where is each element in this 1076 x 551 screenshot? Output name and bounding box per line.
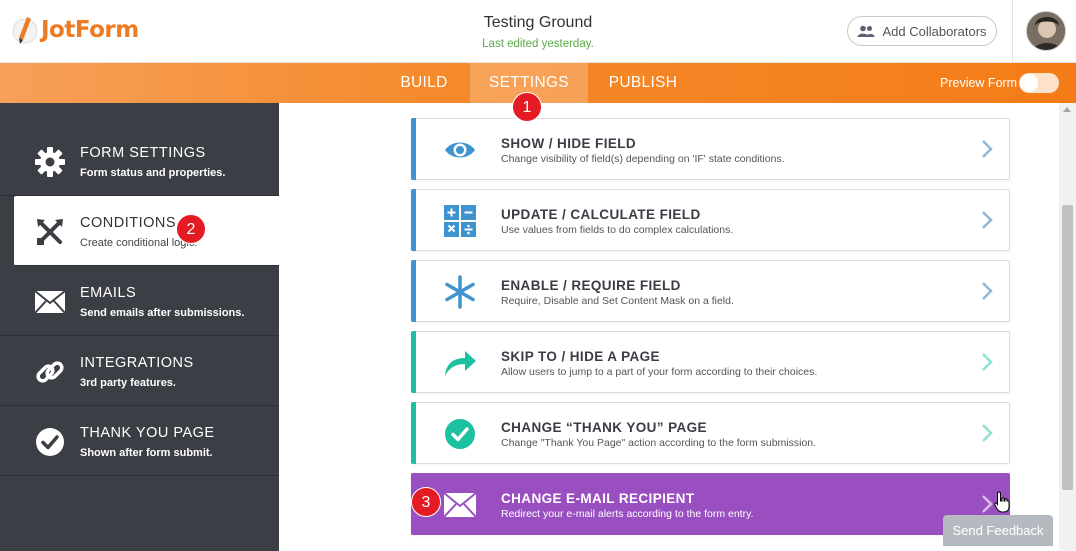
chevron-right-icon (982, 282, 993, 300)
users-icon (857, 25, 875, 37)
preview-form-label: Preview Form (940, 76, 1018, 90)
sidebar-item-title: CONDITIONS (80, 215, 177, 231)
chevron-right-icon (982, 140, 993, 158)
sidebar-item-title: THANK YOU PAGE (80, 425, 215, 441)
card-desc: Require, Disable and Set Content Mask on… (501, 295, 734, 307)
card-accent-bar (411, 118, 416, 180)
add-collaborators-label: Add Collaborators (882, 23, 987, 39)
condition-enable-require-field[interactable]: ENABLE / REQUIRE FIELD Require, Disable … (411, 260, 1010, 322)
asterisk-icon (442, 274, 478, 310)
annotation-badge: 3 (411, 487, 441, 517)
card-title: UPDATE / CALCULATE FIELD (501, 207, 701, 222)
logo-text: JotForm (41, 17, 139, 43)
gear-icon (34, 146, 66, 178)
check-circle-icon (34, 426, 66, 458)
card-title: SKIP TO / HIDE A PAGE (501, 349, 660, 364)
conditions-icon (34, 216, 66, 248)
condition-show-hide-field[interactable]: SHOW / HIDE FIELD Change visibility of f… (411, 118, 1010, 180)
annotation-badge: 2 (176, 214, 206, 244)
sidebar-item-conditions[interactable]: CONDITIONS Create conditional logic. (14, 196, 279, 266)
preview-form-toggle[interactable] (1019, 73, 1059, 93)
chevron-right-icon (982, 211, 993, 229)
condition-skip-hide-page[interactable]: SKIP TO / HIDE A PAGE Allow users to jum… (411, 331, 1010, 393)
card-accent-bar (411, 260, 416, 322)
card-title: SHOW / HIDE FIELD (501, 136, 637, 151)
card-desc: Change visibility of field(s) depending … (501, 153, 785, 165)
eye-icon (442, 132, 478, 168)
sidebar-item-title: INTEGRATIONS (80, 355, 194, 371)
card-accent-bar (411, 189, 416, 251)
card-title: CHANGE “THANK YOU” PAGE (501, 420, 707, 435)
sidebar-item-desc: 3rd party features. (80, 377, 176, 389)
top-header: JotForm Testing Ground Last edited yeste… (0, 0, 1076, 63)
sidebar-item-emails[interactable]: EMAILS Send emails after submissions. (0, 266, 279, 336)
jotform-logo[interactable]: JotForm (10, 14, 139, 46)
hand-cursor-icon (994, 491, 1010, 513)
toggle-knob (1020, 74, 1038, 92)
jotform-logo-icon (12, 17, 38, 44)
avatar-image (1027, 12, 1065, 50)
settings-sidebar: FORM SETTINGS Form status and properties… (0, 103, 279, 551)
chevron-right-icon (982, 424, 993, 442)
add-collaborators-button[interactable]: Add Collaborators (847, 16, 997, 46)
card-title: ENABLE / REQUIRE FIELD (501, 278, 681, 293)
sidebar-item-title: FORM SETTINGS (80, 145, 206, 161)
condition-update-calculate-field[interactable]: UPDATE / CALCULATE FIELD Use values from… (411, 189, 1010, 251)
sidebar-item-desc: Form status and properties. (80, 167, 226, 179)
skip-arrow-icon (442, 345, 478, 381)
sidebar-item-form-settings[interactable]: FORM SETTINGS Form status and properties… (0, 126, 279, 196)
envelope-icon (442, 487, 478, 523)
sidebar-item-desc: Shown after form submit. (80, 447, 213, 459)
link-icon (34, 356, 66, 388)
form-last-edited: Last edited yesterday. (482, 38, 594, 50)
check-circle-icon (442, 416, 478, 452)
tab-publish[interactable]: PUBLISH (588, 63, 698, 103)
sidebar-item-title: EMAILS (80, 285, 137, 301)
card-desc: Change "Thank You Page" action according… (501, 437, 817, 449)
conditions-panel: SHOW / HIDE FIELD Change visibility of f… (279, 103, 1059, 551)
card-desc: Allow users to jump to a part of your fo… (501, 366, 818, 378)
card-accent-bar (411, 402, 416, 464)
condition-change-email-recipient[interactable]: CHANGE E-MAIL RECIPIENT Redirect your e-… (411, 473, 1010, 535)
chevron-right-icon (982, 495, 993, 513)
calculator-icon (442, 203, 478, 239)
condition-change-thank-you-page[interactable]: CHANGE “THANK YOU” PAGE Change "Thank Yo… (411, 402, 1010, 464)
card-desc: Use values from fields to do complex cal… (501, 224, 734, 236)
card-desc: Redirect your e-mail alerts according to… (501, 508, 754, 520)
chevron-right-icon (982, 353, 993, 371)
send-feedback-button[interactable]: Send Feedback (943, 515, 1053, 546)
sidebar-item-thank-you-page[interactable]: THANK YOU PAGE Shown after form submit. (0, 406, 279, 476)
sidebar-item-desc: Send emails after submissions. (80, 307, 245, 319)
tab-build[interactable]: BUILD (378, 63, 470, 103)
sidebar-item-integrations[interactable]: INTEGRATIONS 3rd party features. (0, 336, 279, 406)
envelope-icon (34, 286, 66, 318)
form-title[interactable]: Testing Ground (438, 14, 638, 32)
card-title: CHANGE E-MAIL RECIPIENT (501, 491, 695, 506)
header-divider (1012, 0, 1013, 63)
user-avatar[interactable] (1026, 11, 1066, 51)
scroll-up-arrow[interactable] (1063, 107, 1071, 112)
scrollbar-thumb[interactable] (1062, 205, 1073, 490)
card-accent-bar (411, 331, 416, 393)
annotation-badge: 1 (512, 92, 542, 122)
